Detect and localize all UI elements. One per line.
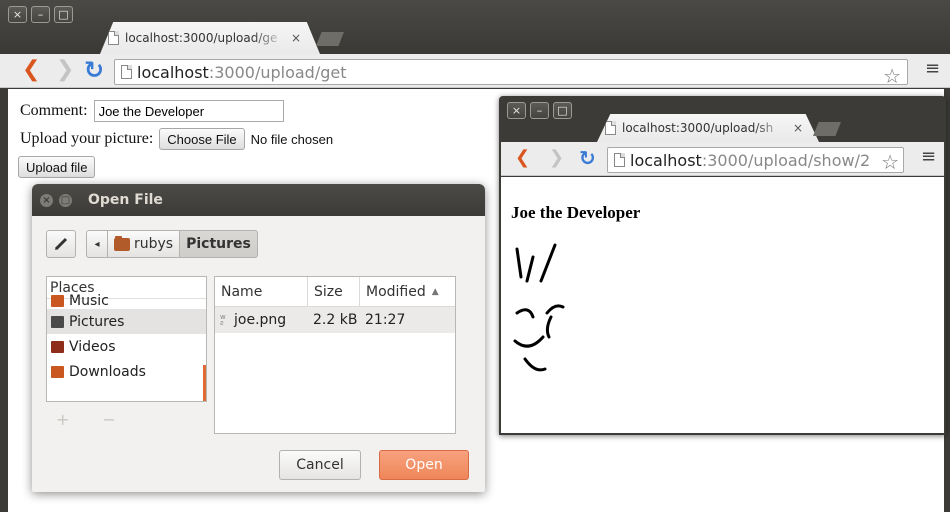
browser-window-show: × – □ localhost:3000/upload/sh × ❮ ❯ ↻ l… (499, 96, 946, 435)
page-viewport: Joe the Developer (501, 177, 944, 433)
reload-icon[interactable]: ↻ (579, 147, 596, 169)
dialog-maximize-icon[interactable]: □ (59, 193, 72, 207)
page-heading: Joe the Developer (511, 203, 641, 222)
page-icon (605, 121, 616, 135)
tab-close-icon[interactable]: × (793, 121, 803, 135)
column-size[interactable]: Size (308, 277, 360, 306)
page-icon (614, 153, 625, 167)
menu-icon[interactable]: ≡ (921, 146, 936, 167)
upload-form: Comment: Upload your picture: Choose Fil… (18, 99, 333, 183)
dialog-title: Open File (88, 192, 163, 208)
column-modified[interactable]: Modified ▲ (360, 277, 455, 306)
maximize-window-icon[interactable]: □ (54, 6, 73, 23)
places-item-label: Music (69, 293, 109, 309)
path-item-pictures[interactable]: Pictures (180, 230, 258, 258)
column-name[interactable]: Name (215, 277, 308, 306)
path-item-rubys[interactable]: rubys (108, 230, 181, 258)
places-scrollbar[interactable] (203, 365, 206, 401)
comment-label: Comment: (20, 102, 88, 119)
uploaded-face-image (513, 243, 565, 372)
address-bar[interactable]: localhost:3000/upload/show/2 ☆ (607, 147, 904, 174)
home-folder-icon (114, 235, 130, 251)
address-bar[interactable]: localhost:3000/upload/get ☆ (114, 59, 908, 88)
file-name-cell: wƨ joe.png (215, 307, 308, 333)
file-list: Name Size Modified ▲ wƨ joe.png 2.2 kB 2… (214, 276, 456, 434)
upload-label: Upload your picture: (20, 130, 154, 147)
file-list-header: Name Size Modified ▲ (215, 277, 455, 307)
page-icon (108, 31, 119, 45)
forward-icon[interactable]: ❯ (56, 59, 74, 81)
places-item-music[interactable]: Music (47, 293, 206, 309)
places-pane: Places Music Pictures Videos Downloads (46, 276, 207, 402)
videos-folder-icon (51, 340, 64, 353)
path-item-label: rubys (134, 236, 174, 252)
downloads-folder-icon (51, 365, 64, 378)
bookmark-star-icon[interactable]: ☆ (883, 64, 901, 88)
window-controls: × – □ (507, 102, 572, 119)
dialog-close-icon[interactable]: × (40, 193, 53, 207)
tab-strip: × – □ localhost:3000/upload/sh × (499, 96, 946, 142)
back-icon[interactable]: ❮ (22, 59, 40, 81)
tab-upload-show[interactable]: localhost:3000/upload/sh × (597, 114, 819, 142)
choose-file-button[interactable]: Choose File (159, 128, 245, 150)
forward-icon[interactable]: ❯ (549, 147, 564, 169)
file-name: joe.png (234, 312, 287, 328)
tab-upload-get[interactable]: localhost:3000/upload/ge × (100, 22, 320, 54)
path-bar: ◂ rubys Pictures (46, 230, 258, 258)
new-tab-button[interactable] (813, 122, 841, 136)
upload-file-button[interactable]: Upload file (18, 156, 96, 178)
file-size: 2.2 kB (313, 312, 358, 328)
open-button[interactable]: Open (379, 450, 469, 480)
type-location-button[interactable] (46, 230, 76, 258)
url-path: :3000/upload/show/2 (701, 150, 870, 170)
close-window-icon[interactable]: × (507, 102, 526, 119)
open-file-dialog: × □ Open File ◂ rubys Pictures Places Mu… (32, 184, 485, 492)
tab-title: localhost:3000/upload/sh (622, 121, 774, 135)
bookmark-star-icon[interactable]: ☆ (881, 150, 899, 174)
places-item-label: Pictures (69, 313, 125, 330)
image-file-icon: wƨ (220, 312, 226, 327)
menu-icon[interactable]: ≡ (925, 58, 940, 79)
url-path: :3000/upload/get (208, 62, 347, 82)
comment-row: Comment: (20, 99, 333, 123)
pictures-folder-icon (51, 315, 64, 328)
tab-title: localhost:3000/upload/ge (125, 31, 278, 45)
path-back-icon[interactable]: ◂ (86, 230, 108, 258)
path-item-label: Pictures (186, 236, 251, 252)
maximize-window-icon[interactable]: □ (553, 102, 572, 119)
sort-ascending-icon: ▲ (431, 286, 439, 297)
places-item-videos[interactable]: Videos (47, 334, 206, 359)
tab-close-icon[interactable]: × (291, 31, 301, 45)
upload-row: Upload your picture: Choose File No file… (20, 127, 333, 151)
cancel-button[interactable]: Cancel (279, 450, 361, 480)
places-item-pictures[interactable]: Pictures (47, 309, 206, 334)
window-controls: × – □ (8, 6, 73, 23)
submit-row: Upload file (18, 155, 333, 179)
minimize-window-icon[interactable]: – (31, 6, 50, 23)
reload-icon[interactable]: ↻ (84, 58, 104, 82)
close-window-icon[interactable]: × (8, 6, 27, 23)
file-row[interactable]: wƨ joe.png 2.2 kB 21:27 (215, 307, 455, 333)
back-icon[interactable]: ❮ (515, 147, 530, 169)
comment-input[interactable] (93, 100, 284, 122)
places-item-label: Downloads (69, 363, 146, 380)
url-host: localhost (630, 150, 702, 170)
dialog-titlebar: × □ Open File (32, 184, 485, 216)
column-modified-label: Modified (366, 283, 426, 300)
minimize-window-icon[interactable]: – (530, 102, 549, 119)
new-tab-button[interactable] (316, 32, 344, 46)
places-item-downloads[interactable]: Downloads (47, 359, 206, 384)
url-host: localhost (137, 62, 209, 82)
browser-toolbar: ❮ ❯ ↻ localhost:3000/upload/get ☆ ≡ (0, 54, 950, 88)
breadcrumb: ◂ rubys Pictures (86, 230, 258, 258)
no-file-text: No file chosen (250, 131, 334, 147)
page-icon (121, 65, 132, 79)
places-item-label: Videos (69, 338, 116, 355)
tab-strip: × – □ localhost:3000/upload/ge × (0, 0, 950, 54)
file-modified: 21:27 (365, 312, 406, 328)
add-remove-bookmark-buttons[interactable]: + − (56, 410, 130, 429)
music-folder-icon (51, 295, 64, 307)
browser-toolbar: ❮ ❯ ↻ localhost:3000/upload/show/2 ☆ ≡ (501, 142, 944, 176)
pencil-icon (54, 237, 68, 251)
